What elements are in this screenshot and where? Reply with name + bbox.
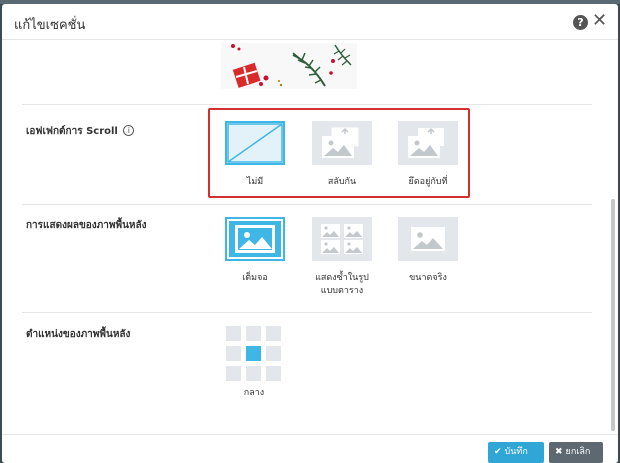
position-cell-top-center[interactable] [246,326,261,341]
section-divider [22,104,592,105]
christmas-preview-illustration [221,43,357,89]
check-icon: ✔ [494,447,502,457]
position-cell-center[interactable] [246,346,261,361]
position-cell-bottom-center[interactable] [246,366,261,381]
option-label: ยึดอยู่กับที่ [408,177,448,187]
option-tile [398,121,458,165]
dialog-title: แก้ไขเซคชั่น [14,18,86,33]
option-label: เต็มจอ [242,273,268,283]
position-selected-label: กลาง [243,388,265,398]
option-tile [225,121,285,165]
position-grid [226,326,283,383]
help-icon[interactable]: ? [573,15,588,30]
save-button[interactable]: ✔ บันทึก [488,442,544,463]
position-cell-top-left[interactable] [226,326,241,341]
position-cell-bottom-left[interactable] [226,366,241,381]
edit-section-dialog: แก้ไขเซคชั่น ? ✕ เอฟเฟกต์การ Scroll i ไม… [2,4,618,463]
display-option-fullscreen[interactable]: เต็มจอ [222,217,288,285]
option-tile [312,121,372,165]
tiled-image-icon [321,224,363,254]
position-cell-bottom-right[interactable] [266,366,281,381]
display-option-tiled[interactable]: แสดงซ้ำในรูป แบบตาราง [306,217,378,298]
position-cell-top-right[interactable] [266,326,281,341]
image-icon [235,225,275,253]
close-icon[interactable]: ✕ [592,11,607,31]
option-tile [225,217,285,261]
display-option-actual-size[interactable]: ขนาดจริง [395,217,461,285]
position-cell-middle-right[interactable] [266,346,281,361]
background-display-label: การแสดงผลของภาพพื้นหลัง [26,220,147,231]
scroll-effect-option-none[interactable]: ไม่มี [222,121,288,189]
dialog-body: เอฟเฟกต์การ Scroll i ไม่มี สลับกัน ยึดอย… [2,41,618,434]
info-icon[interactable]: i [123,125,135,136]
dialog-header: แก้ไขเซคชั่น ? ✕ [2,4,618,40]
scrollbar-thumb[interactable] [611,199,615,431]
option-label: แสดงซ้ำในรูป แบบตาราง [315,273,369,296]
dialog-footer: ✔ บันทึก ✖ ยกเลิก [2,434,618,463]
background-position-label: ตำแหน่งของภาพพื้นหลัง [26,329,131,340]
cancel-button[interactable]: ✖ ยกเลิก [549,442,603,463]
scroll-effect-option-parallax[interactable]: สลับกัน [309,121,375,189]
image-icon [411,227,445,251]
no-effect-icon [227,123,283,163]
section-divider [22,312,592,313]
option-label: สลับกัน [327,177,357,187]
position-cell-middle-left[interactable] [226,346,241,361]
option-label: ไม่มี [246,177,264,187]
scroll-effect-label: เอฟเฟกต์การ Scroll i [26,124,135,139]
background-preview-image [221,43,357,89]
option-tile [312,217,372,261]
section-divider [22,204,592,205]
fixed-image-icon [408,127,444,158]
option-tile [398,217,458,261]
scroll-effect-option-fixed[interactable]: ยึดอยู่กับที่ [395,121,461,189]
option-label: ขนาดจริง [409,273,447,283]
x-icon: ✖ [555,447,563,457]
parallax-image-icon [322,127,359,158]
